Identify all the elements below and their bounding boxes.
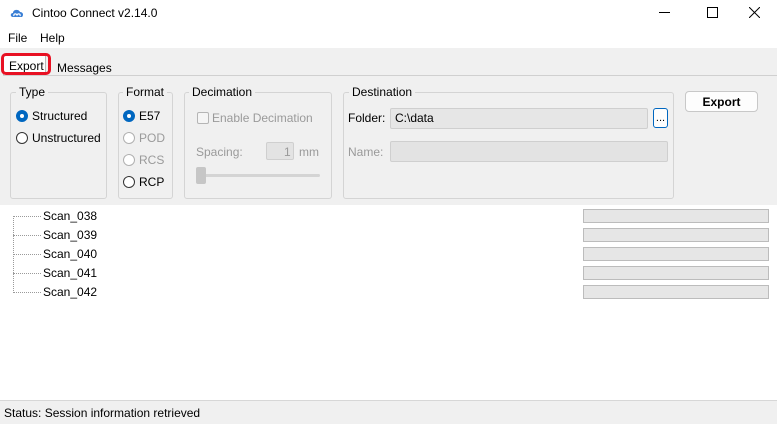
pod-radio[interactable] [123, 132, 135, 144]
maximize-icon [706, 7, 718, 21]
spacing-unit: mm [299, 145, 319, 159]
e57-label: E57 [139, 109, 161, 123]
decimation-group-title: Decimation [189, 85, 256, 99]
status-text: Status: Session information retrieved [4, 406, 201, 420]
cloud-logo-icon [9, 7, 25, 21]
rcp-radio[interactable] [123, 176, 135, 188]
rcp-label: RCP [139, 175, 165, 189]
scan-item-label[interactable]: Scan_041 [43, 266, 97, 280]
close-icon [748, 6, 760, 21]
browse-folder-button[interactable]: ... [653, 108, 668, 128]
folder-value: C:\data [395, 111, 434, 125]
minimize-button[interactable] [641, 0, 687, 28]
tab-strip [0, 48, 777, 75]
enable-decimation-checkbox[interactable] [197, 112, 209, 124]
menu-bar [0, 28, 777, 48]
scan-progress-bar [583, 209, 769, 223]
format-group-title: Format [123, 85, 168, 99]
unstructured-label: Unstructured [32, 131, 101, 145]
scan-item-label[interactable]: Scan_039 [43, 228, 97, 242]
tree-branch [13, 254, 41, 255]
export-button[interactable]: Export [685, 91, 758, 112]
rcs-label: RCS [139, 153, 165, 167]
scan-progress-bar [583, 247, 769, 261]
tree-branch [13, 292, 41, 293]
rcs-radio[interactable] [123, 154, 135, 166]
spacing-label: Spacing: [196, 145, 243, 159]
scan-item-label[interactable]: Scan_042 [43, 285, 97, 299]
scan-item-label[interactable]: Scan_038 [43, 209, 97, 223]
menu-help[interactable]: Help [40, 31, 65, 45]
pod-label: POD [139, 131, 166, 145]
tab-highlight-box [1, 53, 51, 75]
tree-branch [13, 273, 41, 274]
scan-item-label[interactable]: Scan_040 [43, 247, 97, 261]
type-group-title: Type [16, 85, 49, 99]
spacing-slider-thumb[interactable] [196, 167, 206, 184]
close-button[interactable] [731, 0, 777, 28]
structured-label: Structured [32, 109, 88, 123]
folder-label: Folder: [348, 111, 386, 125]
tree-branch [13, 235, 41, 236]
unstructured-radio[interactable] [16, 132, 28, 144]
name-input[interactable] [390, 141, 668, 162]
spacing-value: 1 [284, 145, 291, 159]
destination-group-title: Destination [349, 85, 416, 99]
name-label: Name: [348, 145, 384, 159]
scan-progress-bar [583, 285, 769, 299]
structured-radio[interactable] [16, 110, 28, 122]
scan-progress-bar [583, 266, 769, 280]
enable-decimation-label: Enable Decimation [212, 111, 313, 125]
e57-radio[interactable] [123, 110, 135, 122]
maximize-button[interactable] [689, 0, 735, 28]
scan-progress-bar [583, 228, 769, 242]
window-title: Cintoo Connect v2.14.0 [32, 6, 158, 20]
tree-branch [13, 216, 41, 217]
spacing-slider-track [196, 174, 320, 177]
minimize-icon [658, 7, 670, 21]
menu-file[interactable]: File [8, 31, 27, 45]
tab-messages[interactable]: Messages [57, 61, 112, 75]
